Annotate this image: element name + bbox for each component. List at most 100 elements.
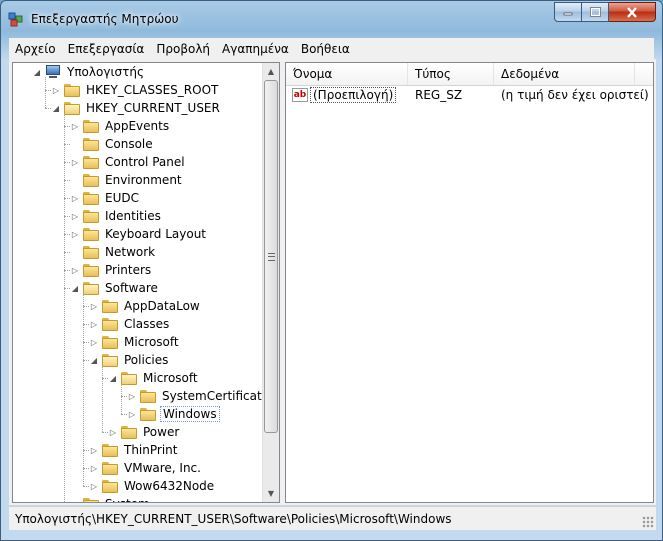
menu-help[interactable]: Βοήθεια: [295, 42, 356, 56]
expanded-arrow-icon[interactable]: ◢: [69, 282, 81, 294]
collapsed-arrow-icon[interactable]: ▷: [88, 300, 100, 312]
folder-icon: [64, 83, 80, 97]
tree-item-label: System: [103, 496, 152, 502]
tree-item[interactable]: ▷ Identities: [69, 207, 163, 225]
list-item[interactable]: ab (Προεπιλογή) REG_SZ (η τιμή δεν έχει …: [286, 86, 653, 104]
values-list[interactable]: Όνομα Τύπος Δεδομένα ab (Προεπιλογή) REG…: [285, 62, 654, 503]
tree-connector-line: [121, 414, 127, 415]
title-bar[interactable]: Επεξεργαστής Μητρώου: [1, 1, 662, 37]
tree-item-label: Software: [105, 281, 158, 295]
menu-edit[interactable]: Επεξεργασία: [62, 42, 151, 56]
folder-icon: [140, 389, 156, 403]
tree-item[interactable]: ▷ EUDC: [69, 189, 141, 207]
tree-item[interactable]: Network: [69, 243, 157, 261]
minimize-button[interactable]: [554, 2, 582, 22]
folder-icon: [83, 173, 99, 187]
tree-connector-line: [83, 486, 89, 487]
tree-item-label: Keyboard Layout: [105, 227, 207, 241]
scroll-down-arrow-icon[interactable]: ▼: [263, 485, 279, 502]
tree-item-label: Microsoft: [143, 371, 198, 385]
registry-tree[interactable]: ◢ Υπολογιστής ▷ HKEY_CLASSES_ROOT ◢ HKEY_CURR…: [12, 62, 280, 503]
collapsed-arrow-icon[interactable]: ▷: [69, 156, 81, 168]
column-header-type[interactable]: Τύπος: [408, 63, 494, 85]
tree-item[interactable]: ▷ Microsoft: [88, 333, 181, 351]
collapsed-arrow-icon[interactable]: ▷: [88, 336, 100, 348]
collapsed-arrow-icon[interactable]: ▷: [88, 444, 100, 456]
tree-item[interactable]: ▷ AppEvents: [69, 117, 171, 135]
tree-connector-line: [45, 108, 51, 109]
scroll-thumb[interactable]: [264, 80, 278, 433]
tree-item-label: VMware, Inc.: [124, 461, 201, 475]
collapsed-arrow-icon[interactable]: ▷: [126, 390, 138, 402]
tree-item-label: Policies: [124, 353, 169, 367]
tree-item[interactable]: Environment: [69, 171, 184, 189]
collapsed-arrow-icon[interactable]: ▷: [69, 210, 81, 222]
collapsed-arrow-icon[interactable]: ▷: [69, 120, 81, 132]
maximize-button[interactable]: [582, 2, 609, 22]
expanded-arrow-icon[interactable]: ◢: [31, 66, 43, 78]
open-folder-icon: [102, 353, 118, 367]
tree-item-label: Environment: [105, 173, 182, 187]
tree-item[interactable]: ◢ Υπολογιστής: [31, 63, 146, 81]
resize-grip-icon[interactable]: [642, 516, 654, 528]
value-type: REG_SZ: [415, 88, 463, 102]
tree-item[interactable]: ▷ Windows: [126, 405, 220, 423]
tree-item[interactable]: ▷ Printers: [69, 261, 153, 279]
folder-icon: [102, 461, 118, 475]
tree-item[interactable]: ▷ HKEY_CLASSES_ROOT: [50, 81, 220, 99]
collapsed-arrow-icon[interactable]: ▷: [107, 426, 119, 438]
tree-connector-line: [121, 383, 122, 414]
folder-icon: [83, 209, 99, 223]
collapsed-arrow-icon[interactable]: ▷: [69, 498, 81, 503]
tree-item[interactable]: ▷ Keyboard Layout: [69, 225, 208, 243]
window-title: Επεξεργαστής Μητρώου: [31, 12, 179, 26]
tree-item[interactable]: Console: [69, 135, 155, 153]
tree-item[interactable]: ▷ SystemCertificates: [126, 387, 277, 405]
tree-item[interactable]: ▷ Power: [107, 423, 181, 441]
expanded-arrow-icon[interactable]: ◢: [107, 372, 119, 384]
tree-item-label: Microsoft: [124, 335, 179, 349]
tree-item-label: AppDataLow: [124, 299, 200, 313]
collapsed-arrow-icon[interactable]: ▷: [126, 408, 138, 420]
string-value-icon: ab: [292, 88, 308, 102]
collapsed-arrow-icon[interactable]: ▷: [69, 264, 81, 276]
folder-icon: [83, 137, 99, 151]
collapsed-arrow-icon[interactable]: ▷: [69, 228, 81, 240]
menu-favorites[interactable]: Αγαπημένα: [216, 42, 295, 56]
tree-item[interactable]: ◢ Policies: [88, 351, 170, 369]
collapsed-arrow-icon[interactable]: ▷: [69, 192, 81, 204]
column-header-data[interactable]: Δεδομένα: [494, 63, 635, 85]
tree-item[interactable]: ▷ Classes: [88, 315, 171, 333]
column-header-bar: Όνομα Τύπος Δεδομένα: [286, 63, 653, 86]
column-header-name[interactable]: Όνομα: [286, 63, 408, 85]
collapsed-arrow-icon[interactable]: ▷: [88, 462, 100, 474]
collapsed-arrow-icon[interactable]: ▷: [88, 480, 100, 492]
expanded-arrow-icon[interactable]: ◢: [88, 354, 100, 366]
tree-item[interactable]: ▷ ThinPrint: [88, 441, 179, 459]
tree-item-label: Control Panel: [105, 155, 185, 169]
tree-item[interactable]: ▷ AppDataLow: [88, 297, 202, 315]
folder-icon: [102, 443, 118, 457]
tree-item[interactable]: ◢ HKEY_CURRENT_USER: [50, 99, 222, 117]
folder-icon: [83, 119, 99, 133]
folder-icon: [83, 245, 99, 259]
collapsed-arrow-icon[interactable]: ▷: [88, 318, 100, 330]
menu-file[interactable]: Αρχείο: [9, 42, 62, 56]
scroll-up-arrow-icon[interactable]: ▲: [263, 63, 279, 80]
tree-item[interactable]: ▷ VMware, Inc.: [88, 459, 203, 477]
close-button[interactable]: [609, 2, 656, 22]
tree-item-label: EUDC: [105, 191, 139, 205]
menu-view[interactable]: Προβολή: [150, 42, 216, 56]
tree-item-label: Identities: [105, 209, 161, 223]
expanded-arrow-icon[interactable]: ◢: [50, 102, 62, 114]
minimize-icon: [563, 12, 573, 16]
collapsed-arrow-icon[interactable]: ▷: [50, 84, 62, 96]
tree-connector-line: [64, 113, 65, 502]
tree-item[interactable]: ▷ Wow6432Node: [88, 477, 216, 495]
tree-item[interactable]: ▷ Control Panel: [69, 153, 187, 171]
tree-item[interactable]: ▷ System: [69, 495, 152, 503]
maximize-icon: [589, 7, 601, 17]
tree-connector-line: [102, 365, 103, 432]
tree-vertical-scrollbar[interactable]: ▲ ▼: [262, 63, 279, 502]
